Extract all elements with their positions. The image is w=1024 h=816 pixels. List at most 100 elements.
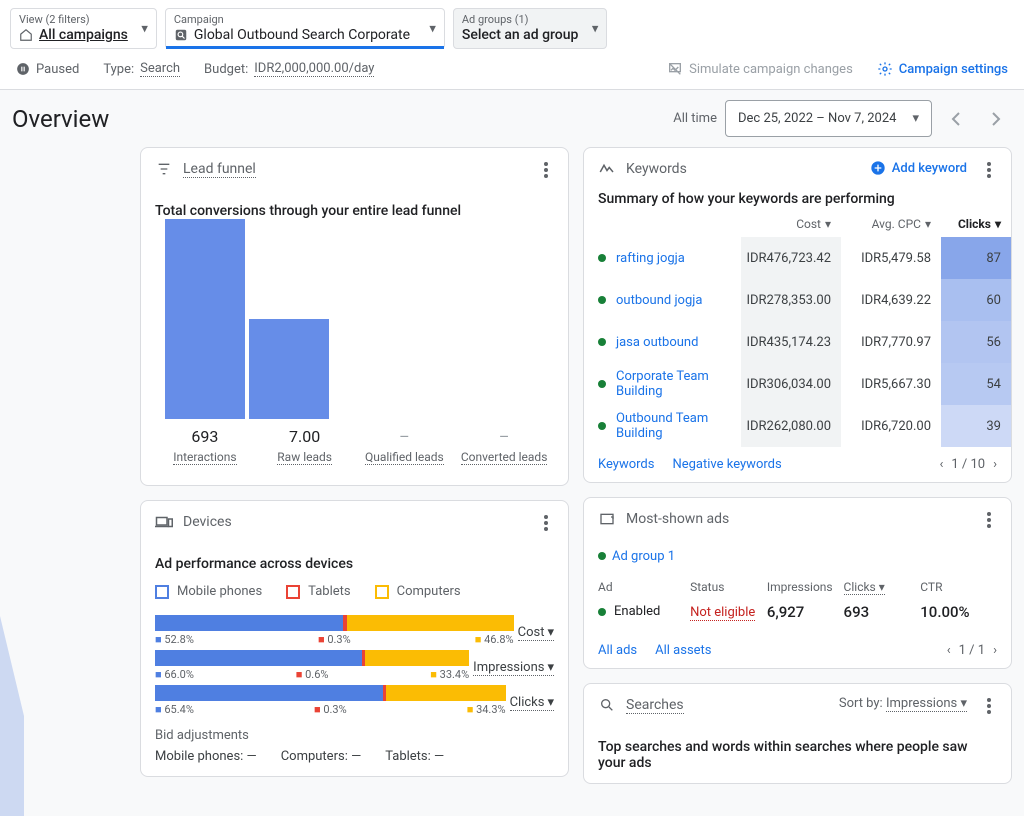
more-vert-icon (544, 162, 548, 178)
keyword-row[interactable]: Corporate Team BuildingIDR306,034.00IDR5… (584, 363, 1011, 405)
keyword-name[interactable]: outbound jogja (616, 293, 702, 308)
ads-table-head: Ad Status Impressions Clicks ▾ CTR (584, 572, 1011, 598)
campaign-selector-value: Global Outbound Search Corporate (194, 26, 410, 44)
device-metric-selector[interactable]: Impressions ▾ (473, 660, 554, 676)
device-metric-row: 65.4%0.3%34.3%Clicks ▾ (155, 685, 554, 720)
chevron-down-icon: ▾ (547, 695, 554, 710)
bid-adjustments-label: Bid adjustments (155, 728, 554, 743)
more-vert-icon (987, 512, 991, 528)
status-dot-icon (598, 338, 606, 346)
scope-bar: View (2 filters) All campaigns ▾ Campaig… (0, 0, 1024, 49)
device-metric-row: 52.8%0.3%46.8%Cost ▾ (155, 615, 554, 650)
search-campaign-icon (174, 28, 188, 42)
all-ads-link[interactable]: All ads (598, 643, 637, 658)
overview-content: Lead funnel Total conversions through yo… (0, 147, 1024, 796)
keyword-cost: IDR306,034.00 (741, 363, 841, 405)
view-selector-value: All campaigns (39, 26, 128, 44)
add-keyword-button[interactable]: Add keyword (870, 160, 967, 176)
chevron-left-icon[interactable]: ‹ (939, 457, 943, 472)
ads-clicks-cell: 693 (844, 603, 921, 621)
lead-funnel-title[interactable]: Lead funnel (183, 161, 256, 178)
keyword-name[interactable]: Outbound Team Building (616, 411, 741, 441)
simulate-changes-button: Simulate campaign changes (667, 61, 853, 77)
date-range-value: Dec 25, 2022 – Nov 7, 2024 (738, 111, 896, 126)
keyword-cpc: IDR4,639.22 (841, 279, 941, 321)
keywords-icon (598, 160, 616, 178)
card-menu-button[interactable] (977, 158, 1001, 182)
devices-icon (155, 513, 173, 531)
adgroup-selector-label: Ad groups (1) (462, 13, 579, 26)
searches-title[interactable]: Searches (626, 697, 684, 714)
campaign-selector-label: Campaign (174, 13, 416, 26)
chevron-down-icon: ▾ (995, 217, 1001, 231)
card-menu-button[interactable] (977, 508, 1001, 532)
searches-card: Searches Sort by: Impressions ▾ Top sear… (583, 683, 1012, 784)
keyword-clicks: 54 (941, 363, 1011, 405)
campaign-status-label: Paused (36, 62, 79, 77)
devices-caption: Ad performance across devices (155, 556, 554, 572)
keyword-name[interactable]: rafting jogja (616, 251, 685, 266)
searches-sort-by[interactable]: Sort by: Impressions ▾ (839, 696, 967, 711)
chevron-right-icon (991, 111, 1001, 127)
keywords-title: Keywords (626, 161, 687, 177)
keywords-link[interactable]: Keywords (598, 457, 654, 472)
right-column: Keywords Add keyword Summary of how your… (583, 147, 1012, 784)
ads-page: 1 / 1 (959, 643, 985, 658)
chevron-left-icon (951, 111, 961, 127)
sort-cpc[interactable]: Avg. CPC▾ (841, 217, 941, 231)
gear-icon (877, 61, 893, 77)
devices-title: Devices (183, 514, 232, 530)
sort-cost[interactable]: Cost▾ (741, 217, 841, 231)
keyword-row[interactable]: jasa outboundIDR435,174.23IDR7,770.9756 (584, 321, 1011, 363)
chevron-down-icon: ▾ (912, 111, 919, 126)
keyword-clicks: 39 (941, 405, 1011, 447)
paused-icon (16, 62, 30, 76)
plus-circle-icon (870, 160, 886, 176)
date-prev-button[interactable] (940, 103, 972, 135)
adgroup-selector[interactable]: Ad groups (1) Select an ad group ▾ (453, 8, 608, 49)
date-next-button[interactable] (980, 103, 1012, 135)
negative-keywords-link[interactable]: Negative keywords (672, 457, 781, 472)
campaign-selector[interactable]: Campaign Global Outbound Search Corporat… (165, 8, 445, 49)
ads-status-cell: Not eligible (690, 605, 755, 621)
left-column: Lead funnel Total conversions through yo… (140, 147, 569, 784)
computer-icon (375, 585, 389, 599)
keyword-name[interactable]: jasa outbound (616, 335, 698, 350)
ads-title: Most-shown ads (626, 511, 729, 527)
device-metric-selector[interactable]: Cost ▾ (518, 625, 554, 641)
chevron-left-icon[interactable]: ‹ (947, 643, 951, 658)
ads-ctr-cell: 10.00% (920, 603, 997, 621)
card-menu-button[interactable] (534, 158, 558, 182)
ads-sort-clicks[interactable]: Clicks ▾ (844, 580, 921, 594)
card-menu-button[interactable] (534, 511, 558, 535)
chevron-down-icon: ▾ (429, 21, 436, 36)
campaign-budget[interactable]: Budget: IDR2,000,000.00/day (204, 61, 374, 77)
keywords-footer: Keywords Negative keywords ‹ 1 / 10 › (584, 447, 1011, 482)
ad-group-link[interactable]: Ad group 1 (584, 541, 1011, 572)
simulate-icon (667, 61, 683, 77)
devices-legend: Mobile phones Tablets Computers (155, 584, 554, 599)
status-dot-icon (598, 380, 606, 388)
keyword-row[interactable]: outbound jogjaIDR278,353.00IDR4,639.2260 (584, 279, 1011, 321)
keyword-cost: IDR278,353.00 (741, 279, 841, 321)
date-range-picker[interactable]: Dec 25, 2022 – Nov 7, 2024 ▾ (725, 100, 932, 137)
chevron-right-icon[interactable]: › (993, 457, 997, 472)
adgroup-selector-value: Select an ad group (462, 26, 579, 44)
sort-clicks[interactable]: Clicks▾ (941, 217, 1011, 231)
view-selector[interactable]: View (2 filters) All campaigns ▾ (10, 8, 157, 49)
keyword-cpc: IDR7,770.97 (841, 321, 941, 363)
all-assets-link[interactable]: All assets (655, 643, 711, 658)
keyword-name[interactable]: Corporate Team Building (616, 369, 741, 399)
campaign-settings-link[interactable]: Campaign settings (877, 61, 1008, 77)
home-icon (19, 28, 33, 42)
device-metric-selector[interactable]: Clicks ▾ (510, 695, 554, 711)
chevron-down-icon: ▾ (825, 217, 831, 231)
mobile-icon (155, 585, 169, 599)
keyword-row[interactable]: rafting jogjaIDR476,723.42IDR5,479.5887 (584, 237, 1011, 279)
keyword-row[interactable]: Outbound Team BuildingIDR262,080.00IDR6,… (584, 405, 1011, 447)
campaign-type: Type: Search (103, 61, 180, 77)
card-menu-button[interactable] (977, 694, 1001, 718)
keyword-clicks: 56 (941, 321, 1011, 363)
status-dot-icon (598, 422, 606, 430)
chevron-right-icon[interactable]: › (993, 643, 997, 658)
